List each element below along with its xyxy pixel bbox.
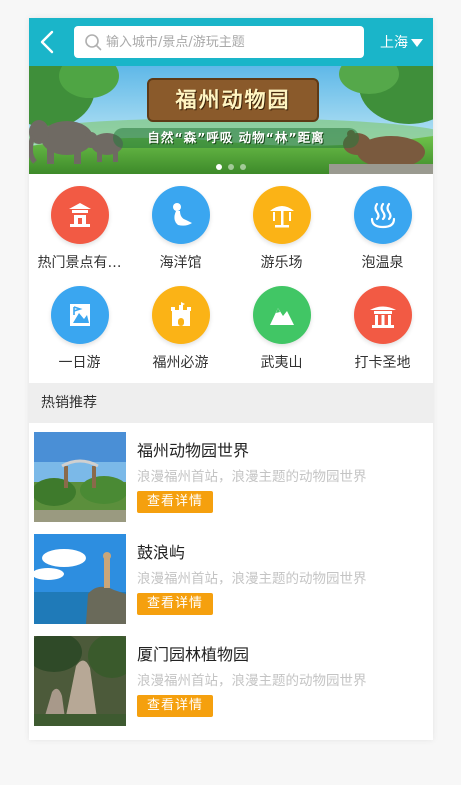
city-selector[interactable]: 上海 [380,32,423,52]
caret-down-icon [411,39,423,47]
category-label: 打卡圣地 [354,355,411,371]
carousel-dot[interactable] [216,164,222,170]
banner-title: 福州动物园 [147,78,319,122]
search-input[interactable] [106,26,356,58]
category-hot-spots[interactable]: 热门景点有… [29,186,130,286]
item-title: 鼓浪屿 [137,543,186,562]
category-hot-spring[interactable]: 泡温泉 [332,186,433,286]
category-checkin-spots[interactable]: 打卡圣地 [332,286,433,386]
promo-banner[interactable]: 福州动物园 自然“森”呼吸 动物“林”距离 [29,66,433,174]
item-thumbnail [34,636,126,726]
temple-icon [353,286,412,344]
map-flag-icon [50,286,109,344]
carousel-indicator [29,164,433,170]
item-title: 福州动物园世界 [137,441,250,460]
category-fuzhou-must[interactable]: 福州必游 [130,286,231,386]
city-label: 上海 [380,35,408,51]
hot-spring-icon [353,186,412,244]
list-item[interactable]: 福州动物园世界 浪漫福州首站，浪漫主题的动物园世界 查看详情 [29,423,433,525]
app-screen: 上海 [29,18,433,740]
search-box[interactable] [74,26,364,58]
item-title: 厦门园林植物园 [137,645,250,664]
category-day-trip[interactable]: 一日游 [29,286,130,386]
category-amusement-park[interactable]: 游乐场 [231,186,332,286]
item-thumbnail [34,534,126,624]
chevron-left-icon[interactable] [37,29,59,55]
item-desc: 浪漫福州首站，浪漫主题的动物园世界 [137,673,367,689]
category-grid: 热门景点有… 海洋馆 游乐场 泡温泉 一日游 福州必游 武夷山 打卡圣地 [29,174,433,386]
item-desc: 浪漫福州首站，浪漫主题的动物园世界 [137,469,367,485]
category-label: 福州必游 [152,355,209,371]
category-label: 游乐场 [260,255,303,271]
category-label: 泡温泉 [361,255,404,271]
banner-subtitle: 自然“森”呼吸 动物“林”距离 [113,128,359,148]
item-thumbnail [34,432,126,522]
list-item[interactable]: 厦门园林植物园 浪漫福州首站，浪漫主题的动物园世界 查看详情 [29,627,433,729]
pagoda-icon [50,186,109,244]
category-wuyishan[interactable]: 武夷山 [231,286,332,386]
item-desc: 浪漫福州首站，浪漫主题的动物园世界 [137,571,367,587]
search-icon [85,34,102,51]
carousel-dot[interactable] [240,164,246,170]
category-label: 海洋馆 [159,255,202,271]
category-label: 热门景点有… [37,255,122,271]
category-aquarium[interactable]: 海洋馆 [130,186,231,286]
view-details-button[interactable]: 查看详情 [137,491,214,513]
category-label: 武夷山 [260,355,303,371]
top-bar: 上海 [29,18,433,66]
carousel-icon [252,186,311,244]
castle-icon [151,286,210,344]
category-label: 一日游 [58,355,101,371]
view-details-button[interactable]: 查看详情 [137,695,214,717]
section-title: 热销推荐 [29,383,433,423]
list-item[interactable]: 鼓浪屿 浪漫福州首站，浪漫主题的动物园世界 查看详情 [29,525,433,627]
mountain-icon [252,286,311,344]
view-details-button[interactable]: 查看详情 [137,593,214,615]
seal-icon [151,186,210,244]
carousel-dot[interactable] [228,164,234,170]
recommend-list: 福州动物园世界 浪漫福州首站，浪漫主题的动物园世界 查看详情 鼓浪屿 浪漫福州首… [29,423,433,729]
